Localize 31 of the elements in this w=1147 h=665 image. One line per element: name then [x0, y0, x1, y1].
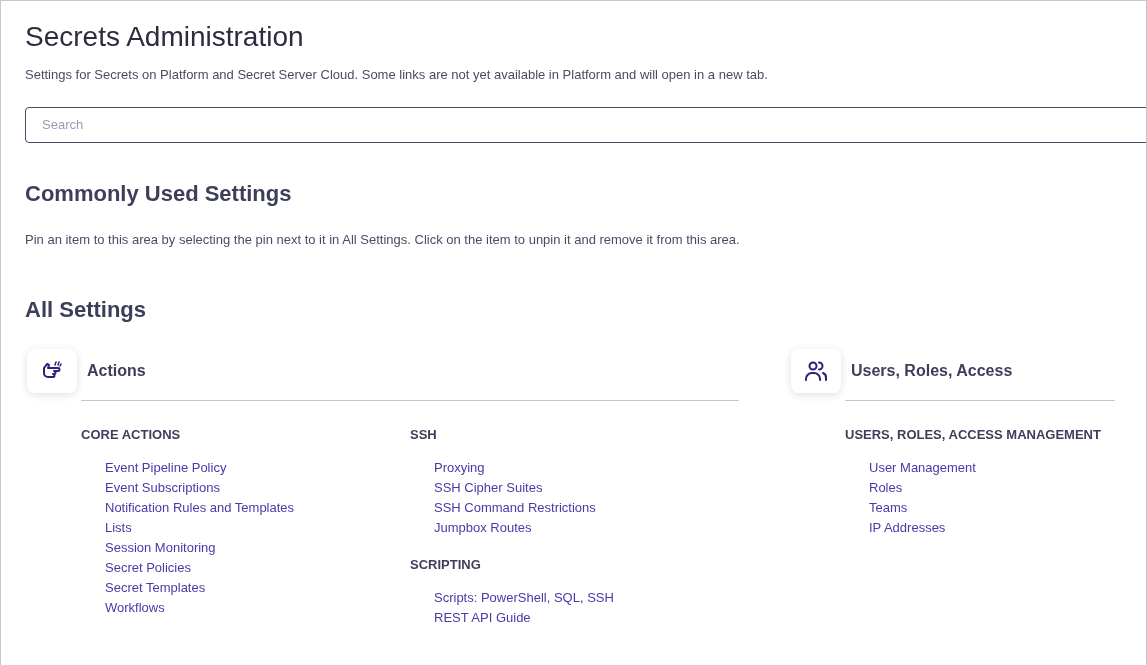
settings-link[interactable]: Jumpbox Routes [434, 518, 532, 538]
section-title: All Settings [25, 296, 147, 324]
settings-link[interactable]: Event Subscriptions [105, 478, 220, 498]
group-heading: CORE ACTIONS [81, 427, 182, 443]
settings-link[interactable]: Notification Rules and Templates [105, 498, 295, 518]
group-heading: USERS, ROLES, ACCESS MANAGEMENT [845, 427, 1102, 443]
settings-link[interactable]: Teams [869, 498, 908, 518]
settings-link[interactable]: SSH Cipher Suites [434, 478, 543, 498]
group-heading: SSH [410, 427, 438, 443]
settings-link[interactable]: Roles [869, 478, 903, 498]
settings-link[interactable]: Event Pipeline Policy [105, 458, 227, 478]
page-title: Secrets Administration [25, 20, 305, 54]
settings-link[interactable]: Scripts: PowerShell, SQL, SSH [434, 588, 614, 608]
section-hint: Pin an item to this area by selecting the pin next to it in All Settings. Click on the item to unpin it and remove it from this area. [25, 230, 741, 249]
settings-link[interactable]: IP Addresses [869, 518, 946, 538]
category-title: Actions [87, 361, 146, 381]
category-title: Users, Roles, Access [851, 361, 1013, 381]
settings-link[interactable]: User Management [869, 458, 976, 478]
settings-link[interactable]: Workflows [105, 598, 165, 618]
users-icon [804, 359, 828, 383]
settings-link[interactable]: REST API Guide [434, 608, 531, 628]
settings-link[interactable]: Lists [105, 518, 132, 538]
settings-link[interactable]: Secret Templates [105, 578, 206, 598]
search-field[interactable]: Search [25, 106, 1146, 143]
settings-link[interactable]: Session Monitoring [105, 538, 216, 558]
section-title: Commonly Used Settings [25, 179, 293, 208]
settings-link[interactable]: Proxying [434, 458, 485, 478]
settings-link[interactable]: SSH Command Restrictions [434, 498, 596, 518]
group-heading: SCRIPTING [410, 557, 482, 573]
page-subtitle: Settings for Secrets on Platform and Secret Server Cloud. Some links are not yet available in Platform and will open in a new tab. [25, 66, 769, 84]
settings-link[interactable]: Secret Policies [105, 558, 191, 578]
